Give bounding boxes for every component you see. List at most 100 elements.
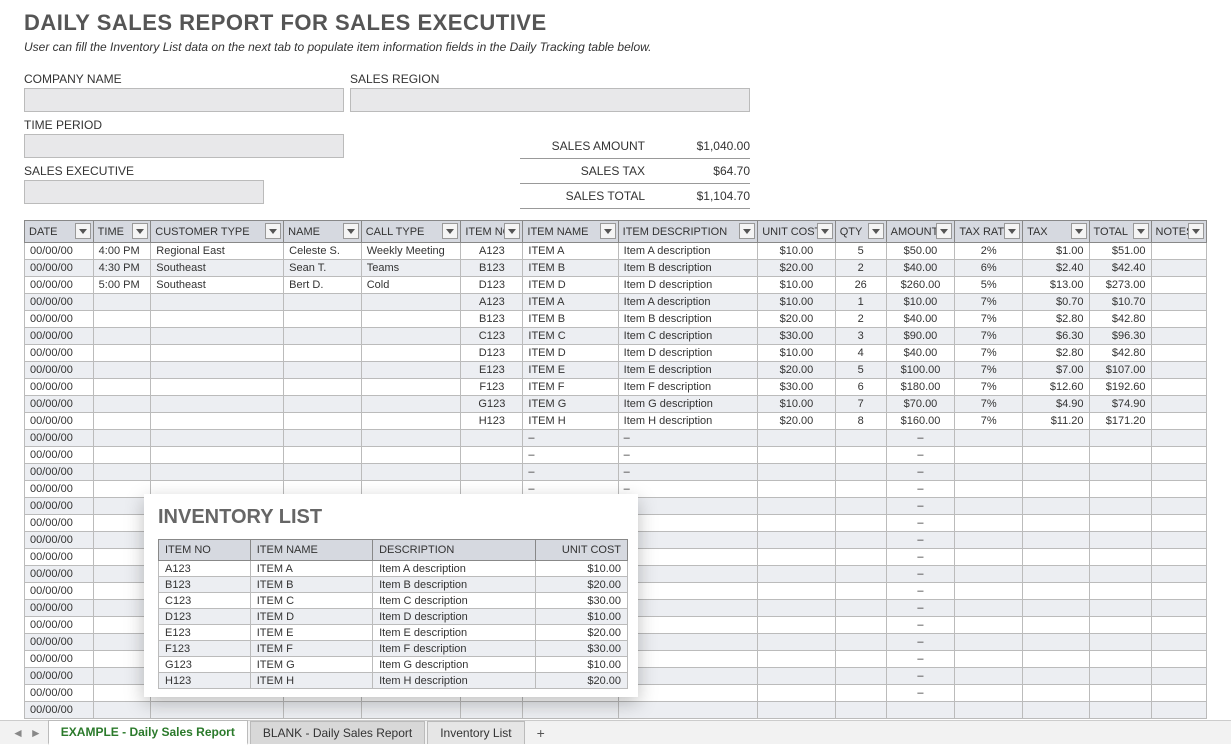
sales-executive-input[interactable] <box>24 180 264 204</box>
cell-notes[interactable] <box>1151 617 1206 634</box>
cell-tot[interactable] <box>1089 464 1151 481</box>
cell-time[interactable] <box>93 328 151 345</box>
inv-cell-no[interactable]: D123 <box>159 609 251 625</box>
cell-call[interactable] <box>361 413 461 430</box>
cell-amt[interactable]: – <box>886 464 955 481</box>
cell-cust[interactable] <box>151 464 284 481</box>
filter-name-icon[interactable] <box>343 223 359 239</box>
cell-tot[interactable] <box>1089 566 1151 583</box>
cell-iname[interactable]: ITEM B <box>523 260 618 277</box>
cell-amt[interactable]: – <box>886 600 955 617</box>
col-header-cust[interactable]: CUSTOMER TYPE <box>151 221 284 243</box>
cell-notes[interactable] <box>1151 243 1206 260</box>
cell-call[interactable] <box>361 702 461 719</box>
inv-cell-uc[interactable]: $10.00 <box>536 561 628 577</box>
cell-name[interactable] <box>284 430 362 447</box>
cell-qty[interactable] <box>835 600 886 617</box>
inv-cell-no[interactable]: E123 <box>159 625 251 641</box>
cell-iname[interactable]: ITEM G <box>523 396 618 413</box>
cell-uc[interactable] <box>758 566 836 583</box>
cell-notes[interactable] <box>1151 277 1206 294</box>
cell-uc[interactable]: $10.00 <box>758 294 836 311</box>
cell-notes[interactable] <box>1151 685 1206 702</box>
cell-tot[interactable] <box>1089 481 1151 498</box>
cell-uc[interactable] <box>758 634 836 651</box>
cell-call[interactable] <box>361 362 461 379</box>
filter-desc-icon[interactable] <box>739 223 755 239</box>
cell-ino[interactable]: G123 <box>461 396 523 413</box>
cell-call[interactable] <box>361 396 461 413</box>
cell-tax[interactable] <box>1023 532 1089 549</box>
cell-cust[interactable]: Regional East <box>151 243 284 260</box>
cell-name[interactable] <box>284 362 362 379</box>
col-header-tax[interactable]: TAX <box>1023 221 1089 243</box>
cell-call[interactable]: Teams <box>361 260 461 277</box>
cell-date[interactable]: 00/00/00 <box>25 362 94 379</box>
cell-uc[interactable] <box>758 498 836 515</box>
cell-date[interactable]: 00/00/00 <box>25 396 94 413</box>
cell-desc[interactable] <box>618 532 758 549</box>
cell-tot[interactable]: $96.30 <box>1089 328 1151 345</box>
cell-tax[interactable] <box>1023 668 1089 685</box>
cell-date[interactable]: 00/00/00 <box>25 702 94 719</box>
cell-time[interactable] <box>93 566 151 583</box>
cell-name[interactable]: Celeste S. <box>284 243 362 260</box>
cell-uc[interactable] <box>758 685 836 702</box>
col-header-date[interactable]: DATE <box>25 221 94 243</box>
cell-qty[interactable]: 2 <box>835 260 886 277</box>
inv-col-name[interactable]: ITEM NAME <box>250 540 372 561</box>
cell-date[interactable]: 00/00/00 <box>25 498 94 515</box>
cell-time[interactable] <box>93 481 151 498</box>
inv-cell-no[interactable]: H123 <box>159 673 251 689</box>
cell-uc[interactable] <box>758 447 836 464</box>
cell-tot[interactable] <box>1089 668 1151 685</box>
cell-tax[interactable] <box>1023 634 1089 651</box>
cell-time[interactable] <box>93 413 151 430</box>
cell-qty[interactable]: 2 <box>835 311 886 328</box>
cell-time[interactable] <box>93 617 151 634</box>
cell-tot[interactable] <box>1089 447 1151 464</box>
cell-notes[interactable] <box>1151 311 1206 328</box>
cell-qty[interactable]: 8 <box>835 413 886 430</box>
cell-notes[interactable] <box>1151 260 1206 277</box>
cell-tax[interactable] <box>1023 549 1089 566</box>
inv-col-desc[interactable]: DESCRIPTION <box>373 540 536 561</box>
cell-desc[interactable]: Item D description <box>618 345 758 362</box>
cell-call[interactable] <box>361 328 461 345</box>
cell-tot[interactable] <box>1089 549 1151 566</box>
cell-cust[interactable] <box>151 379 284 396</box>
cell-amt[interactable]: – <box>886 447 955 464</box>
cell-time[interactable] <box>93 685 151 702</box>
cell-time[interactable] <box>93 651 151 668</box>
cell-cust[interactable] <box>151 447 284 464</box>
cell-time[interactable] <box>93 294 151 311</box>
table-row[interactable]: 00/00/00A123ITEM AItem A description$10.… <box>25 294 1207 311</box>
cell-tax[interactable] <box>1023 651 1089 668</box>
cell-time[interactable] <box>93 362 151 379</box>
cell-cust[interactable]: Southeast <box>151 277 284 294</box>
cell-uc[interactable] <box>758 464 836 481</box>
cell-notes[interactable] <box>1151 668 1206 685</box>
cell-qty[interactable] <box>835 481 886 498</box>
cell-ino[interactable]: H123 <box>461 413 523 430</box>
inv-cell-name[interactable]: ITEM C <box>250 593 372 609</box>
cell-desc[interactable]: Item C description <box>618 328 758 345</box>
cell-qty[interactable] <box>835 685 886 702</box>
cell-desc[interactable]: Item A description <box>618 243 758 260</box>
cell-qty[interactable] <box>835 617 886 634</box>
inv-cell-name[interactable]: ITEM E <box>250 625 372 641</box>
cell-tot[interactable]: $192.60 <box>1089 379 1151 396</box>
inv-cell-uc[interactable]: $10.00 <box>536 609 628 625</box>
col-header-tot[interactable]: TOTAL <box>1089 221 1151 243</box>
cell-rate[interactable] <box>955 481 1023 498</box>
cell-name[interactable] <box>284 413 362 430</box>
cell-rate[interactable]: 5% <box>955 277 1023 294</box>
cell-notes[interactable] <box>1151 515 1206 532</box>
inv-cell-name[interactable]: ITEM A <box>250 561 372 577</box>
cell-tot[interactable]: $42.80 <box>1089 345 1151 362</box>
cell-tax[interactable]: $12.60 <box>1023 379 1089 396</box>
inv-row[interactable]: G123ITEM GItem G description$10.00 <box>159 657 628 673</box>
tab-blank-daily-sales[interactable]: BLANK - Daily Sales Report <box>250 721 425 744</box>
cell-name[interactable] <box>284 396 362 413</box>
cell-iname[interactable]: ITEM F <box>523 379 618 396</box>
